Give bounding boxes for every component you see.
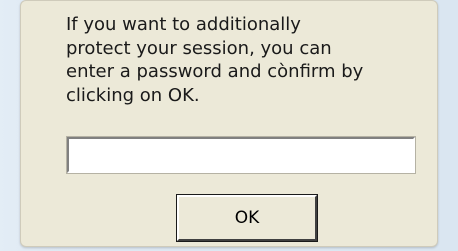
password-input[interactable] <box>66 136 416 174</box>
ok-button[interactable]: OK <box>176 194 318 242</box>
password-dialog: If you want to additionally protect your… <box>20 0 438 247</box>
dialog-message: If you want to additionally protect your… <box>66 14 364 106</box>
